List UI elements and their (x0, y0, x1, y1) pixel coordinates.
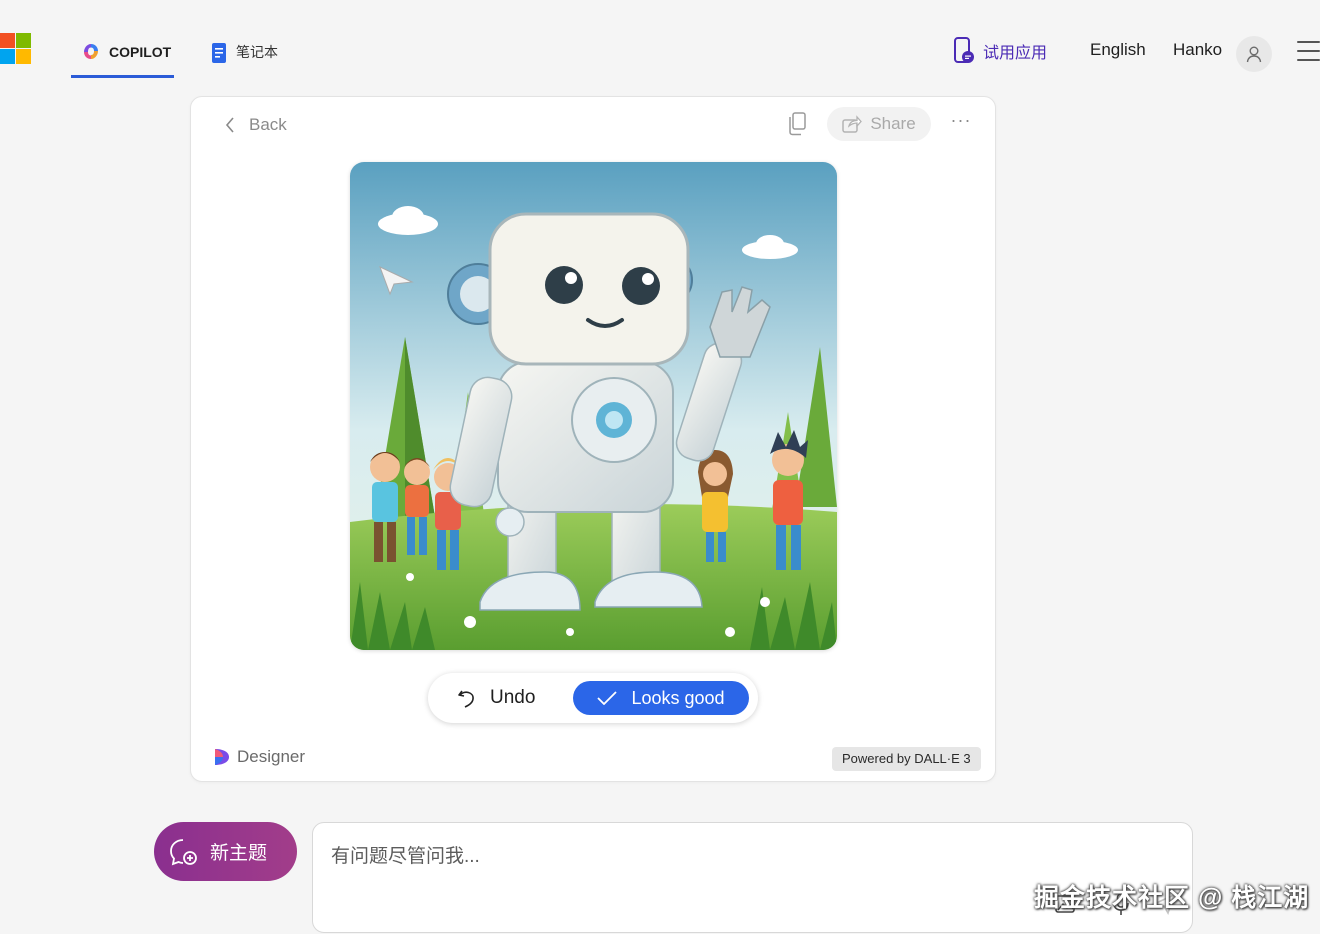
watermark: 掘金技术社区 @ 栈江湖 (1034, 884, 1310, 912)
looks-good-button[interactable]: Looks good (573, 681, 749, 715)
tab-copilot-label: COPILOT (109, 44, 172, 60)
image-result-card: Back Share ··· Undo Looks good Designer … (190, 96, 996, 782)
designer-label: Designer (237, 747, 306, 766)
tab-notebook[interactable]: 笔记本 (210, 34, 300, 78)
language-selector[interactable]: English (1090, 40, 1146, 60)
powered-by-badge: Powered by DALL·E 3 (832, 747, 981, 771)
notebook-icon (212, 43, 226, 63)
tab-notebook-label: 笔记本 (236, 44, 278, 60)
share-icon (842, 115, 863, 133)
checkmark-icon (597, 691, 618, 705)
top-navigation-bar: COPILOT 笔记本 试用应用 English Hanko (0, 0, 1320, 96)
user-name[interactable]: Hanko (1173, 40, 1222, 60)
looks-good-label: Looks good (631, 687, 725, 708)
designer-logo-icon (215, 749, 229, 765)
share-button[interactable]: Share (827, 107, 931, 141)
microsoft-logo-icon[interactable] (0, 33, 31, 64)
generated-image[interactable] (350, 162, 837, 650)
undo-icon (458, 690, 474, 708)
chat-input[interactable] (331, 841, 1171, 881)
hamburger-menu-icon[interactable] (1297, 41, 1320, 61)
try-app-button[interactable]: 试用应用 (953, 36, 1047, 66)
new-topic-button[interactable]: 新主题 (154, 822, 297, 881)
tab-copilot[interactable]: COPILOT (71, 34, 174, 78)
back-label: Back (249, 115, 287, 134)
robot-illustration (350, 162, 837, 650)
more-options-button[interactable]: ··· (949, 111, 973, 133)
new-topic-label: 新主题 (210, 843, 268, 864)
share-label: Share (870, 114, 916, 133)
undo-button[interactable]: Undo (456, 681, 535, 715)
copy-button[interactable] (787, 111, 809, 137)
copy-icon (789, 112, 806, 136)
copilot-icon (84, 44, 98, 59)
undo-label: Undo (490, 687, 536, 708)
try-app-label: 试用应用 (983, 45, 1048, 62)
chevron-left-icon (225, 117, 234, 133)
feedback-actions: Undo Looks good (428, 673, 758, 723)
mobile-app-icon (954, 37, 974, 63)
designer-attribution[interactable]: Designer (213, 747, 305, 767)
avatar[interactable] (1236, 36, 1272, 72)
user-icon (1246, 46, 1262, 63)
back-button[interactable]: Back (225, 113, 287, 137)
new-chat-icon (170, 838, 197, 865)
